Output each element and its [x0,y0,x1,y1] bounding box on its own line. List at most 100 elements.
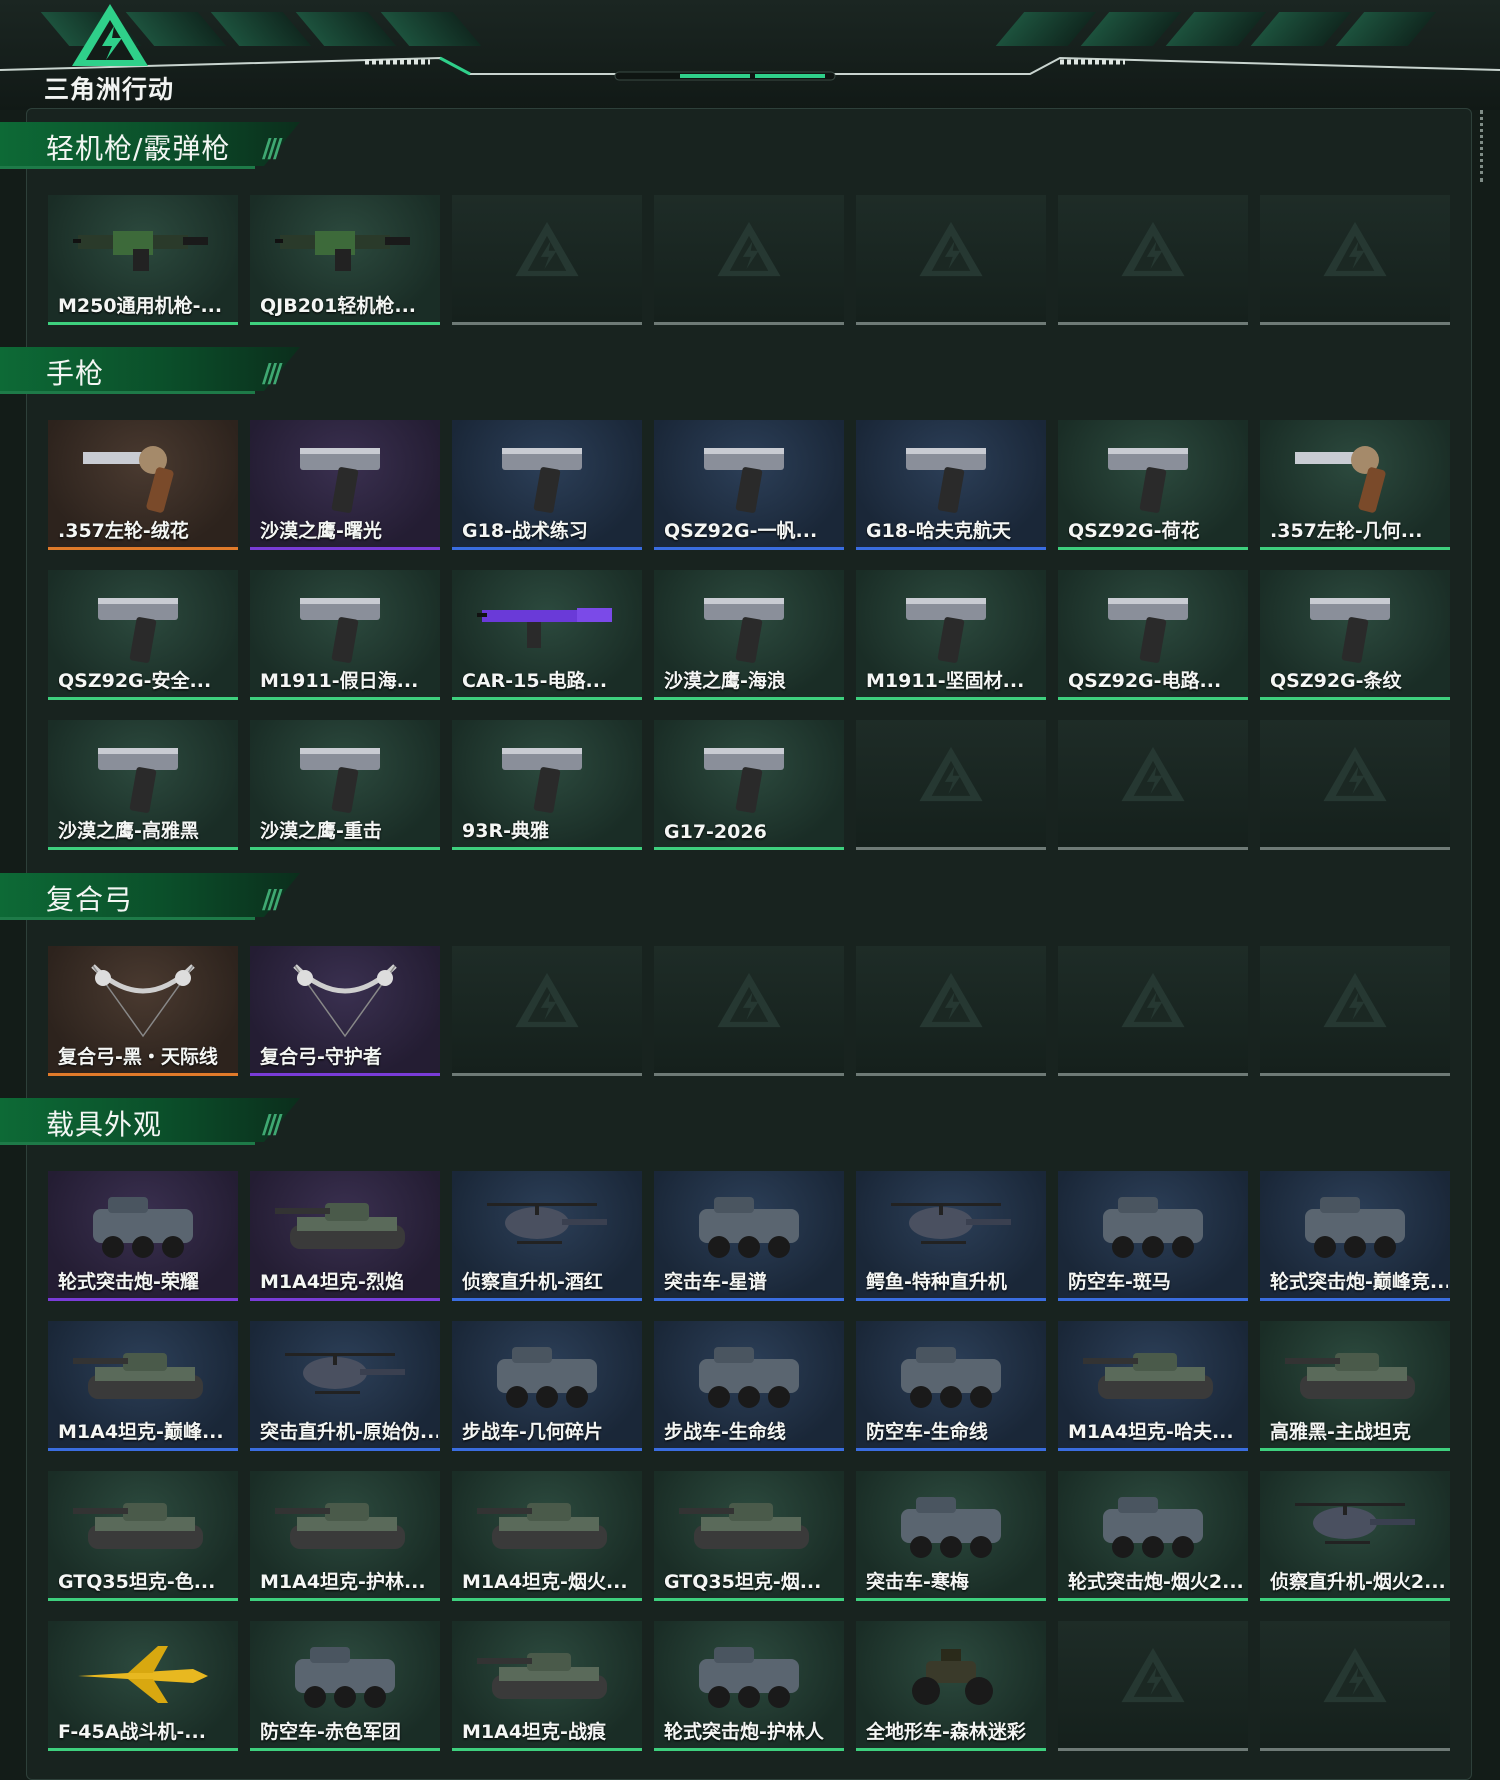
skin-card[interactable]: 防空车-生命线 [856,1321,1046,1451]
skin-name: M1A4坦克-哈夫... [1068,1421,1234,1443]
skin-card[interactable]: 突击车-星谱 [654,1171,844,1301]
skin-name: 轮式突击炮-巅峰竞... [1270,1271,1448,1293]
skin-name: G18-战术练习 [462,520,588,542]
header-stripe [295,12,397,46]
skin-name: M1A4坦克-烟火... [462,1571,628,1593]
skin-card[interactable]: 沙漠之鹰-海浪 [654,570,844,700]
skin-name: QSZ92G-条纹 [1270,670,1402,692]
delta-placeholder-icon [1323,1647,1387,1703]
skin-card[interactable]: 复合弓-黑・天际线 [48,946,238,1076]
empty-slot [452,195,642,325]
skin-card[interactable]: M1A4坦克-烈焰 [250,1171,440,1301]
delta-logo-icon [72,4,148,66]
skin-card[interactable]: 鳄鱼-特种直升机 [856,1171,1046,1301]
skin-card[interactable]: 高雅黑-主战坦克 [1260,1321,1450,1451]
pistol-icon [300,448,380,513]
skin-card[interactable]: 沙漠之鹰-重击 [250,720,440,850]
skin-card[interactable]: G18-哈夫克航天 [856,420,1046,550]
skin-card[interactable]: .357左轮-绒花 [48,420,238,550]
rifle-icon [477,608,612,648]
helicopter-icon [1295,1503,1415,1544]
delta-placeholder-icon [1121,972,1185,1028]
pistol-icon [1310,598,1390,663]
header-stripe [210,12,312,46]
skin-card[interactable]: .357左轮-几何... [1260,420,1450,550]
tank-icon [73,1503,203,1549]
skin-name: 侦察直升机-酒红 [462,1271,603,1293]
skin-name: G18-哈夫克航天 [866,520,1011,542]
skin-card[interactable]: 沙漠之鹰-高雅黑 [48,720,238,850]
skin-card[interactable]: G18-战术练习 [452,420,642,550]
skin-name: M1911-坚固材... [866,670,1025,692]
slash-decor-icon: /// [262,134,282,164]
pistol-icon [98,748,178,813]
skin-name: 93R-典雅 [462,820,549,842]
tank-icon [73,1353,203,1399]
empty-slot [1260,720,1450,850]
empty-slot [856,720,1046,850]
skin-card[interactable]: QSZ92G-荷花 [1058,420,1248,550]
skin-card[interactable]: QSZ92G-条纹 [1260,570,1450,700]
section-header: /// 复合弓 [0,873,330,921]
header-stripe [1165,12,1267,46]
skin-card[interactable]: M1A4坦克-哈夫... [1058,1321,1248,1451]
skin-card[interactable]: QSZ92G-安全... [48,570,238,700]
skin-card[interactable]: 突击直升机-原始伪... [250,1321,440,1451]
skin-card[interactable]: 防空车-赤色军团 [250,1621,440,1751]
skin-card[interactable]: F-45A战斗机-... [48,1621,238,1751]
skin-card[interactable]: M1A4坦克-烟火... [452,1471,642,1601]
skin-name: 突击车-星谱 [664,1271,767,1293]
skin-card[interactable]: 突击车-寒梅 [856,1471,1046,1601]
skin-card[interactable]: 轮式突击炮-巅峰竞... [1260,1171,1450,1301]
armored-car-icon [1103,1197,1203,1258]
skin-card[interactable]: QJB201轻机枪... [250,195,440,325]
skin-card[interactable]: 步战车-几何碎片 [452,1321,642,1451]
skin-card[interactable]: 沙漠之鹰-曙光 [250,420,440,550]
skin-card[interactable]: 轮式突击炮-烟火2... [1058,1471,1248,1601]
tank-icon [1083,1353,1213,1399]
skin-card[interactable]: M1911-假日海... [250,570,440,700]
skin-card[interactable]: 复合弓-守护者 [250,946,440,1076]
header-stripe [1335,12,1437,46]
skin-card[interactable]: 轮式突击炮-护林人 [654,1621,844,1751]
skin-card[interactable]: M1911-坚固材... [856,570,1046,700]
empty-slot [1260,946,1450,1076]
skin-name: .357左轮-几何... [1270,520,1423,542]
skin-name: QSZ92G-一帆... [664,520,818,542]
skin-card[interactable]: M1A4坦克-护林... [250,1471,440,1601]
skin-name: G17-2026 [664,821,767,843]
pistol-icon [300,598,380,663]
skin-card[interactable]: 轮式突击炮-荣耀 [48,1171,238,1301]
skin-card[interactable]: M250通用机枪-... [48,195,238,325]
skin-card[interactable]: QSZ92G-一帆... [654,420,844,550]
skin-card[interactable]: 全地形车-森林迷彩 [856,1621,1046,1751]
skin-name: 复合弓-黑・天际线 [58,1046,218,1068]
skin-name: M250通用机枪-... [58,295,223,317]
skin-name: 防空车-赤色军团 [260,1721,401,1743]
skin-card[interactable]: GTQ35坦克-烟... [654,1471,844,1601]
pistol-icon [704,448,784,513]
skin-card[interactable]: 防空车-斑马 [1058,1171,1248,1301]
skin-card[interactable]: M1A4坦克-巅峰... [48,1321,238,1451]
skin-name: 步战车-几何碎片 [462,1421,603,1443]
scrollbar[interactable] [1480,110,1487,182]
skin-name: QSZ92G-电路... [1068,670,1222,692]
empty-slot [1058,195,1248,325]
skin-name: 侦察直升机-烟火2... [1270,1571,1446,1593]
armored-car-icon [1305,1197,1405,1258]
skin-card[interactable]: QSZ92G-电路... [1058,570,1248,700]
skin-card[interactable]: 侦察直升机-酒红 [452,1171,642,1301]
skin-card[interactable]: GTQ35坦克-色... [48,1471,238,1601]
skin-card[interactable]: 93R-典雅 [452,720,642,850]
skin-card[interactable]: CAR-15-电路... [452,570,642,700]
skin-card[interactable]: 侦察直升机-烟火2... [1260,1471,1450,1601]
skin-name: 沙漠之鹰-高雅黑 [58,820,199,842]
delta-placeholder-icon [919,972,983,1028]
skin-card[interactable]: G17-2026 [654,720,844,850]
revolver-icon [1295,446,1386,513]
empty-slot [856,946,1046,1076]
skin-name: 高雅黑-主战坦克 [1270,1421,1411,1443]
pistol-icon [300,748,380,813]
skin-card[interactable]: M1A4坦克-战痕 [452,1621,642,1751]
skin-card[interactable]: 步战车-生命线 [654,1321,844,1451]
